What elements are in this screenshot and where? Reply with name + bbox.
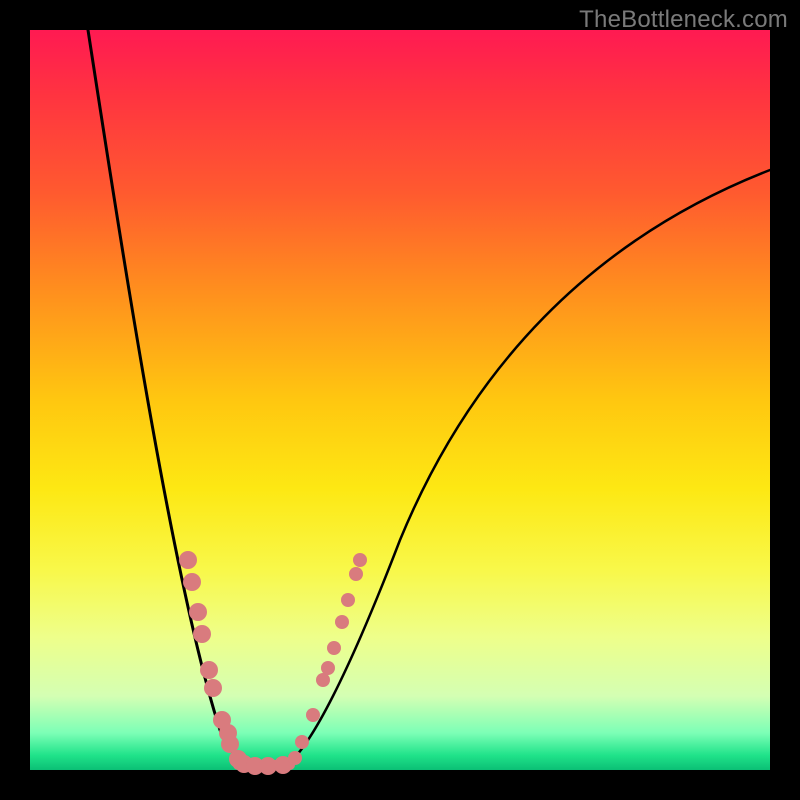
data-marker [306,708,320,722]
data-marker [200,661,218,679]
data-marker [288,751,302,765]
data-marker [179,551,197,569]
plot-area [30,30,770,770]
data-marker [183,573,201,591]
series-right-curve [285,170,770,766]
data-marker [193,625,211,643]
data-marker [321,661,335,675]
marker-group [179,551,367,775]
chart-svg [30,30,770,770]
data-marker [353,553,367,567]
data-marker [349,567,363,581]
data-marker [204,679,222,697]
data-marker [341,593,355,607]
data-marker [316,673,330,687]
series-left-curve [88,30,252,766]
data-marker [189,603,207,621]
data-marker [335,615,349,629]
data-marker [327,641,341,655]
series-group [88,30,770,766]
watermark-text: TheBottleneck.com [579,6,788,34]
data-marker [295,735,309,749]
chart-frame: TheBottleneck.com [0,0,800,800]
